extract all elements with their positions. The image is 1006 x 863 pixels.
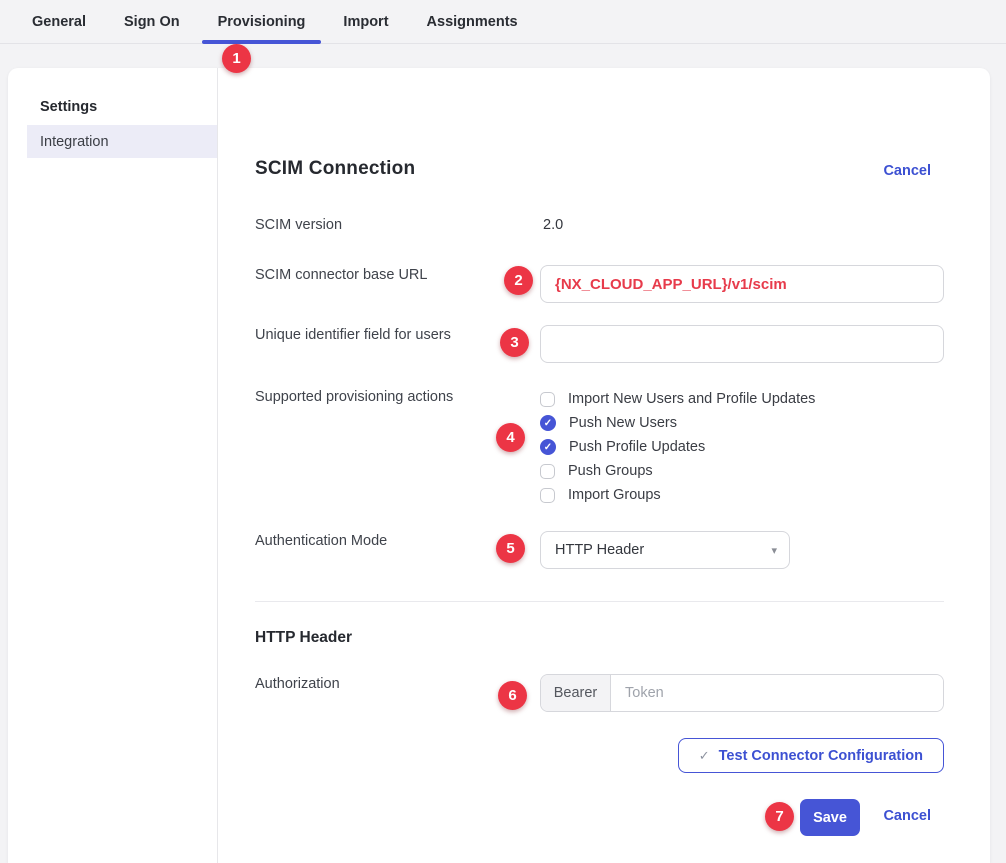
step-badge-2: 2	[504, 266, 533, 295]
provisioning-actions-list: Import New Users and Profile Updates ✓ Pus…	[540, 387, 815, 507]
http-header-section-title: HTTP Header	[255, 629, 352, 647]
provisioning-action-option[interactable]: ✓ Push Profile Updates	[540, 435, 815, 459]
checkbox-label: Push Profile Updates	[569, 439, 705, 455]
checkbox-label: Import Groups	[568, 487, 661, 503]
content-card: Settings Integration SCIM Connection Can…	[8, 68, 990, 863]
base-url-input[interactable]	[540, 265, 944, 303]
step-badge-5: 5	[496, 534, 525, 563]
checkbox-label: Import New Users and Profile Updates	[568, 391, 815, 407]
checkbox-checked-icon[interactable]: ✓	[540, 439, 556, 455]
step-badge-4: 4	[496, 423, 525, 452]
check-icon: ✓	[699, 748, 710, 764]
checkbox-checked-icon[interactable]: ✓	[540, 415, 556, 431]
tab-bar: GeneralSign OnProvisioningImportAssignme…	[0, 0, 1006, 44]
chevron-down-icon: ▾	[771, 544, 777, 557]
step-badge-1: 1	[222, 44, 251, 73]
token-input[interactable]	[611, 675, 943, 711]
tab-general[interactable]: General	[16, 0, 102, 43]
settings-sidebar: Settings Integration	[8, 68, 218, 863]
unique-id-label: Unique identifier field for users	[255, 327, 451, 343]
auth-mode-label: Authentication Mode	[255, 533, 387, 549]
sidebar-item-label: Integration	[40, 134, 109, 150]
step-badge-3: 3	[500, 328, 529, 357]
provisioning-settings-page: GeneralSign OnProvisioningImportAssignme…	[0, 0, 1006, 863]
sidebar-heading: Settings	[40, 99, 97, 115]
provisioning-action-option[interactable]: Import Groups	[540, 483, 815, 507]
provisioning-action-option[interactable]: ✓ Push New Users	[540, 411, 815, 435]
scim-version-label: SCIM version	[255, 217, 342, 233]
authorization-input-group: Bearer	[540, 674, 944, 712]
checkbox-unchecked-icon[interactable]	[540, 392, 555, 407]
tab-assignments[interactable]: Assignments	[411, 0, 534, 43]
provisioning-action-option[interactable]: Import New Users and Profile Updates	[540, 387, 815, 411]
test-connector-button-label: Test Connector Configuration	[719, 748, 923, 764]
checkbox-label: Push Groups	[568, 463, 653, 479]
base-url-label: SCIM connector base URL	[255, 267, 427, 283]
checkbox-unchecked-icon[interactable]	[540, 488, 555, 503]
bearer-prefix: Bearer	[541, 675, 611, 711]
step-badge-7: 7	[765, 802, 794, 831]
authorization-label: Authorization	[255, 676, 340, 692]
save-button[interactable]: Save	[800, 799, 860, 836]
page-title: SCIM Connection	[255, 158, 415, 180]
sidebar-item-integration[interactable]: Integration	[27, 125, 217, 158]
unique-id-input[interactable]	[540, 325, 944, 363]
test-connector-configuration-button[interactable]: ✓ Test Connector Configuration	[678, 738, 944, 773]
checkbox-label: Push New Users	[569, 415, 677, 431]
section-divider	[255, 601, 944, 602]
auth-mode-selected-value: HTTP Header	[555, 542, 644, 558]
tab-provisioning[interactable]: Provisioning	[202, 0, 322, 43]
cancel-link-top[interactable]: Cancel	[883, 163, 931, 179]
tab-import[interactable]: Import	[327, 0, 404, 43]
tab-sign-on[interactable]: Sign On	[108, 0, 196, 43]
checkbox-unchecked-icon[interactable]	[540, 464, 555, 479]
step-badge-6: 6	[498, 681, 527, 710]
provisioning-action-option[interactable]: Push Groups	[540, 459, 815, 483]
cancel-link-bottom[interactable]: Cancel	[883, 808, 931, 824]
scim-version-value: 2.0	[543, 217, 563, 233]
scim-connection-form: SCIM Connection Cancel SCIM version 2.0 …	[255, 68, 944, 863]
provisioning-actions-label: Supported provisioning actions	[255, 389, 453, 405]
auth-mode-select[interactable]: HTTP Header ▾	[540, 531, 790, 569]
